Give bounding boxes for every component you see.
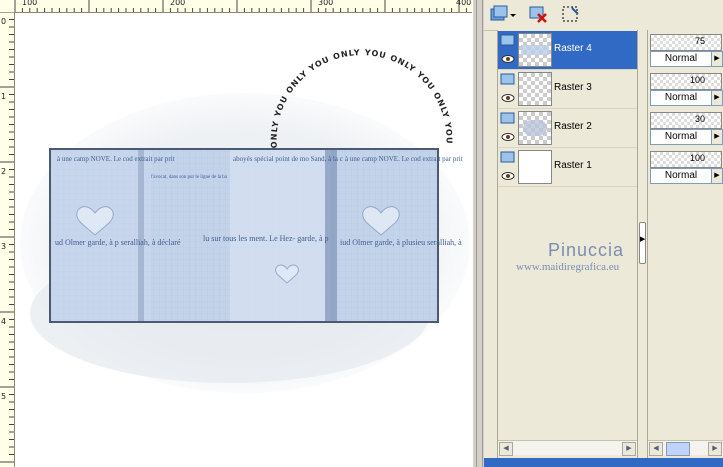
collage-text: à une camp NOVE. Le cod extrait par prit — [345, 155, 463, 163]
layer-type-icon — [500, 151, 515, 163]
layer-name[interactable]: Raster 2 — [554, 121, 592, 132]
layers-hscrollbar[interactable]: ◀ ▶ — [498, 440, 637, 456]
layer-thumbnail — [518, 33, 552, 67]
ruler-label: 200 — [170, 0, 186, 7]
ruler-label: 3 — [1, 242, 7, 251]
divider-handle[interactable]: ▶ — [639, 222, 646, 264]
ruler-label: 2 — [1, 167, 7, 176]
ruler-label: 300 — [318, 0, 334, 7]
ruler-label: 400 — [456, 0, 472, 7]
opacity-value: 30 — [694, 114, 705, 124]
watermark-name: Pinuccia — [548, 240, 625, 260]
collage-dark-strip — [138, 150, 144, 321]
ruler-label: 100 — [22, 0, 38, 7]
blend-dropdown-icon[interactable]: ▶ — [711, 90, 723, 106]
layer-props-raster-2: 30 Normal ▶ — [648, 109, 723, 147]
scroll-right-icon[interactable]: ▶ — [622, 442, 636, 456]
opacity-slider[interactable]: 100 — [650, 73, 722, 90]
layer-options-icon[interactable] — [560, 4, 582, 26]
opacity-slider[interactable]: 30 — [650, 112, 722, 129]
scroll-left-icon[interactable]: ◀ — [649, 442, 663, 456]
blend-mode-select[interactable]: Normal — [650, 129, 712, 145]
layer-row-raster-2[interactable]: Raster 2 — [498, 109, 638, 148]
props-hscrollbar[interactable]: ◀ ▶ — [648, 440, 723, 456]
collage-text: lu sur tous les ment. Le Hez- garde, à p — [203, 234, 329, 243]
blend-dropdown-icon[interactable]: ▶ — [711, 168, 723, 184]
ruler-label: 4 — [1, 317, 7, 326]
layer-row-raster-3[interactable]: Raster 3 — [498, 70, 638, 109]
opacity-value: 75 — [694, 36, 705, 46]
new-layer-icon[interactable] — [488, 4, 516, 26]
layer-properties: 75 Normal ▶ 100 Normal ▶ 30 Normal ▶ 100… — [647, 30, 723, 458]
opacity-slider[interactable]: 75 — [650, 34, 722, 51]
layer-row-raster-4[interactable]: Raster 4 — [498, 31, 638, 70]
scroll-left-icon[interactable]: ◀ — [499, 442, 513, 456]
layer-thumbnail — [518, 111, 552, 145]
layer-type-icon — [500, 73, 515, 85]
layer-icons — [500, 111, 516, 145]
splitter-grip — [476, 0, 483, 467]
collage-text: iud Olmer garde, à plusieu seralliah, à — [340, 238, 462, 247]
opacity-value: 100 — [689, 75, 705, 85]
layer-icons — [500, 72, 516, 106]
delete-layer-icon[interactable] — [528, 4, 550, 26]
layer-icons — [500, 150, 516, 184]
blend-mode-select[interactable]: Normal — [650, 168, 712, 184]
blend-mode-select[interactable]: Normal — [650, 90, 712, 106]
collage-text: l'avocat, dans son pur le ligne de la ba — [151, 175, 228, 180]
collage-text: à une camp NOVE. Le cod extrait par prit — [57, 155, 175, 163]
blend-mode-select[interactable]: Normal — [650, 51, 712, 67]
collage-text: aboyés spécial point de mo Sand, à la c — [233, 155, 343, 163]
collage-panel — [51, 150, 151, 321]
layer-props-raster-1: 100 Normal ▶ — [648, 148, 723, 186]
scroll-right-icon[interactable]: ▶ — [708, 442, 722, 456]
layer-row-raster-1[interactable]: Raster 1 — [498, 148, 638, 187]
layers-palette: Raster 4 Raster 3 Raster 2 Raster 1 ◀ ▶ — [484, 0, 723, 467]
layer-props-raster-4: 75 Normal ▶ — [648, 31, 723, 69]
blend-dropdown-icon[interactable]: ▶ — [711, 51, 723, 67]
ruler-label: 5 — [1, 392, 7, 401]
ruler-label: 0 — [1, 17, 7, 26]
horizontal-ruler: 100 200 300 400 — [0, 0, 472, 13]
ruler-ticks-top — [14, 0, 467, 12]
canvas-artwork: à une camp NOVE. Le cod extrait par prit… — [20, 48, 470, 393]
palette-status-bar — [484, 458, 723, 467]
layer-type-icon — [500, 112, 515, 124]
layer-thumbnail — [518, 150, 552, 184]
layer-props-raster-3: 100 Normal ▶ — [648, 70, 723, 108]
layer-name[interactable]: Raster 3 — [554, 82, 592, 93]
scroll-thumb[interactable] — [666, 442, 690, 456]
ruler-label: 1 — [1, 92, 7, 101]
layer-type-icon — [500, 34, 515, 46]
layer-name[interactable]: Raster 1 — [554, 160, 592, 171]
opacity-slider[interactable]: 100 — [650, 151, 722, 168]
watermark-url: www.maidiregrafica.eu — [516, 261, 620, 273]
blend-dropdown-icon[interactable]: ▶ — [711, 129, 723, 145]
image-canvas[interactable]: à une camp NOVE. Le cod extrait par prit… — [15, 13, 472, 467]
palette-toolbar — [484, 0, 723, 31]
layer-icons — [500, 33, 516, 67]
vertical-ruler: 0 1 2 3 4 5 — [0, 12, 15, 467]
layer-name[interactable]: Raster 4 — [554, 43, 592, 54]
collage-text: ud Olmer garde, à p seralliah, à déclaré — [55, 238, 181, 247]
layer-thumbnail — [518, 72, 552, 106]
opacity-value: 100 — [689, 153, 705, 163]
